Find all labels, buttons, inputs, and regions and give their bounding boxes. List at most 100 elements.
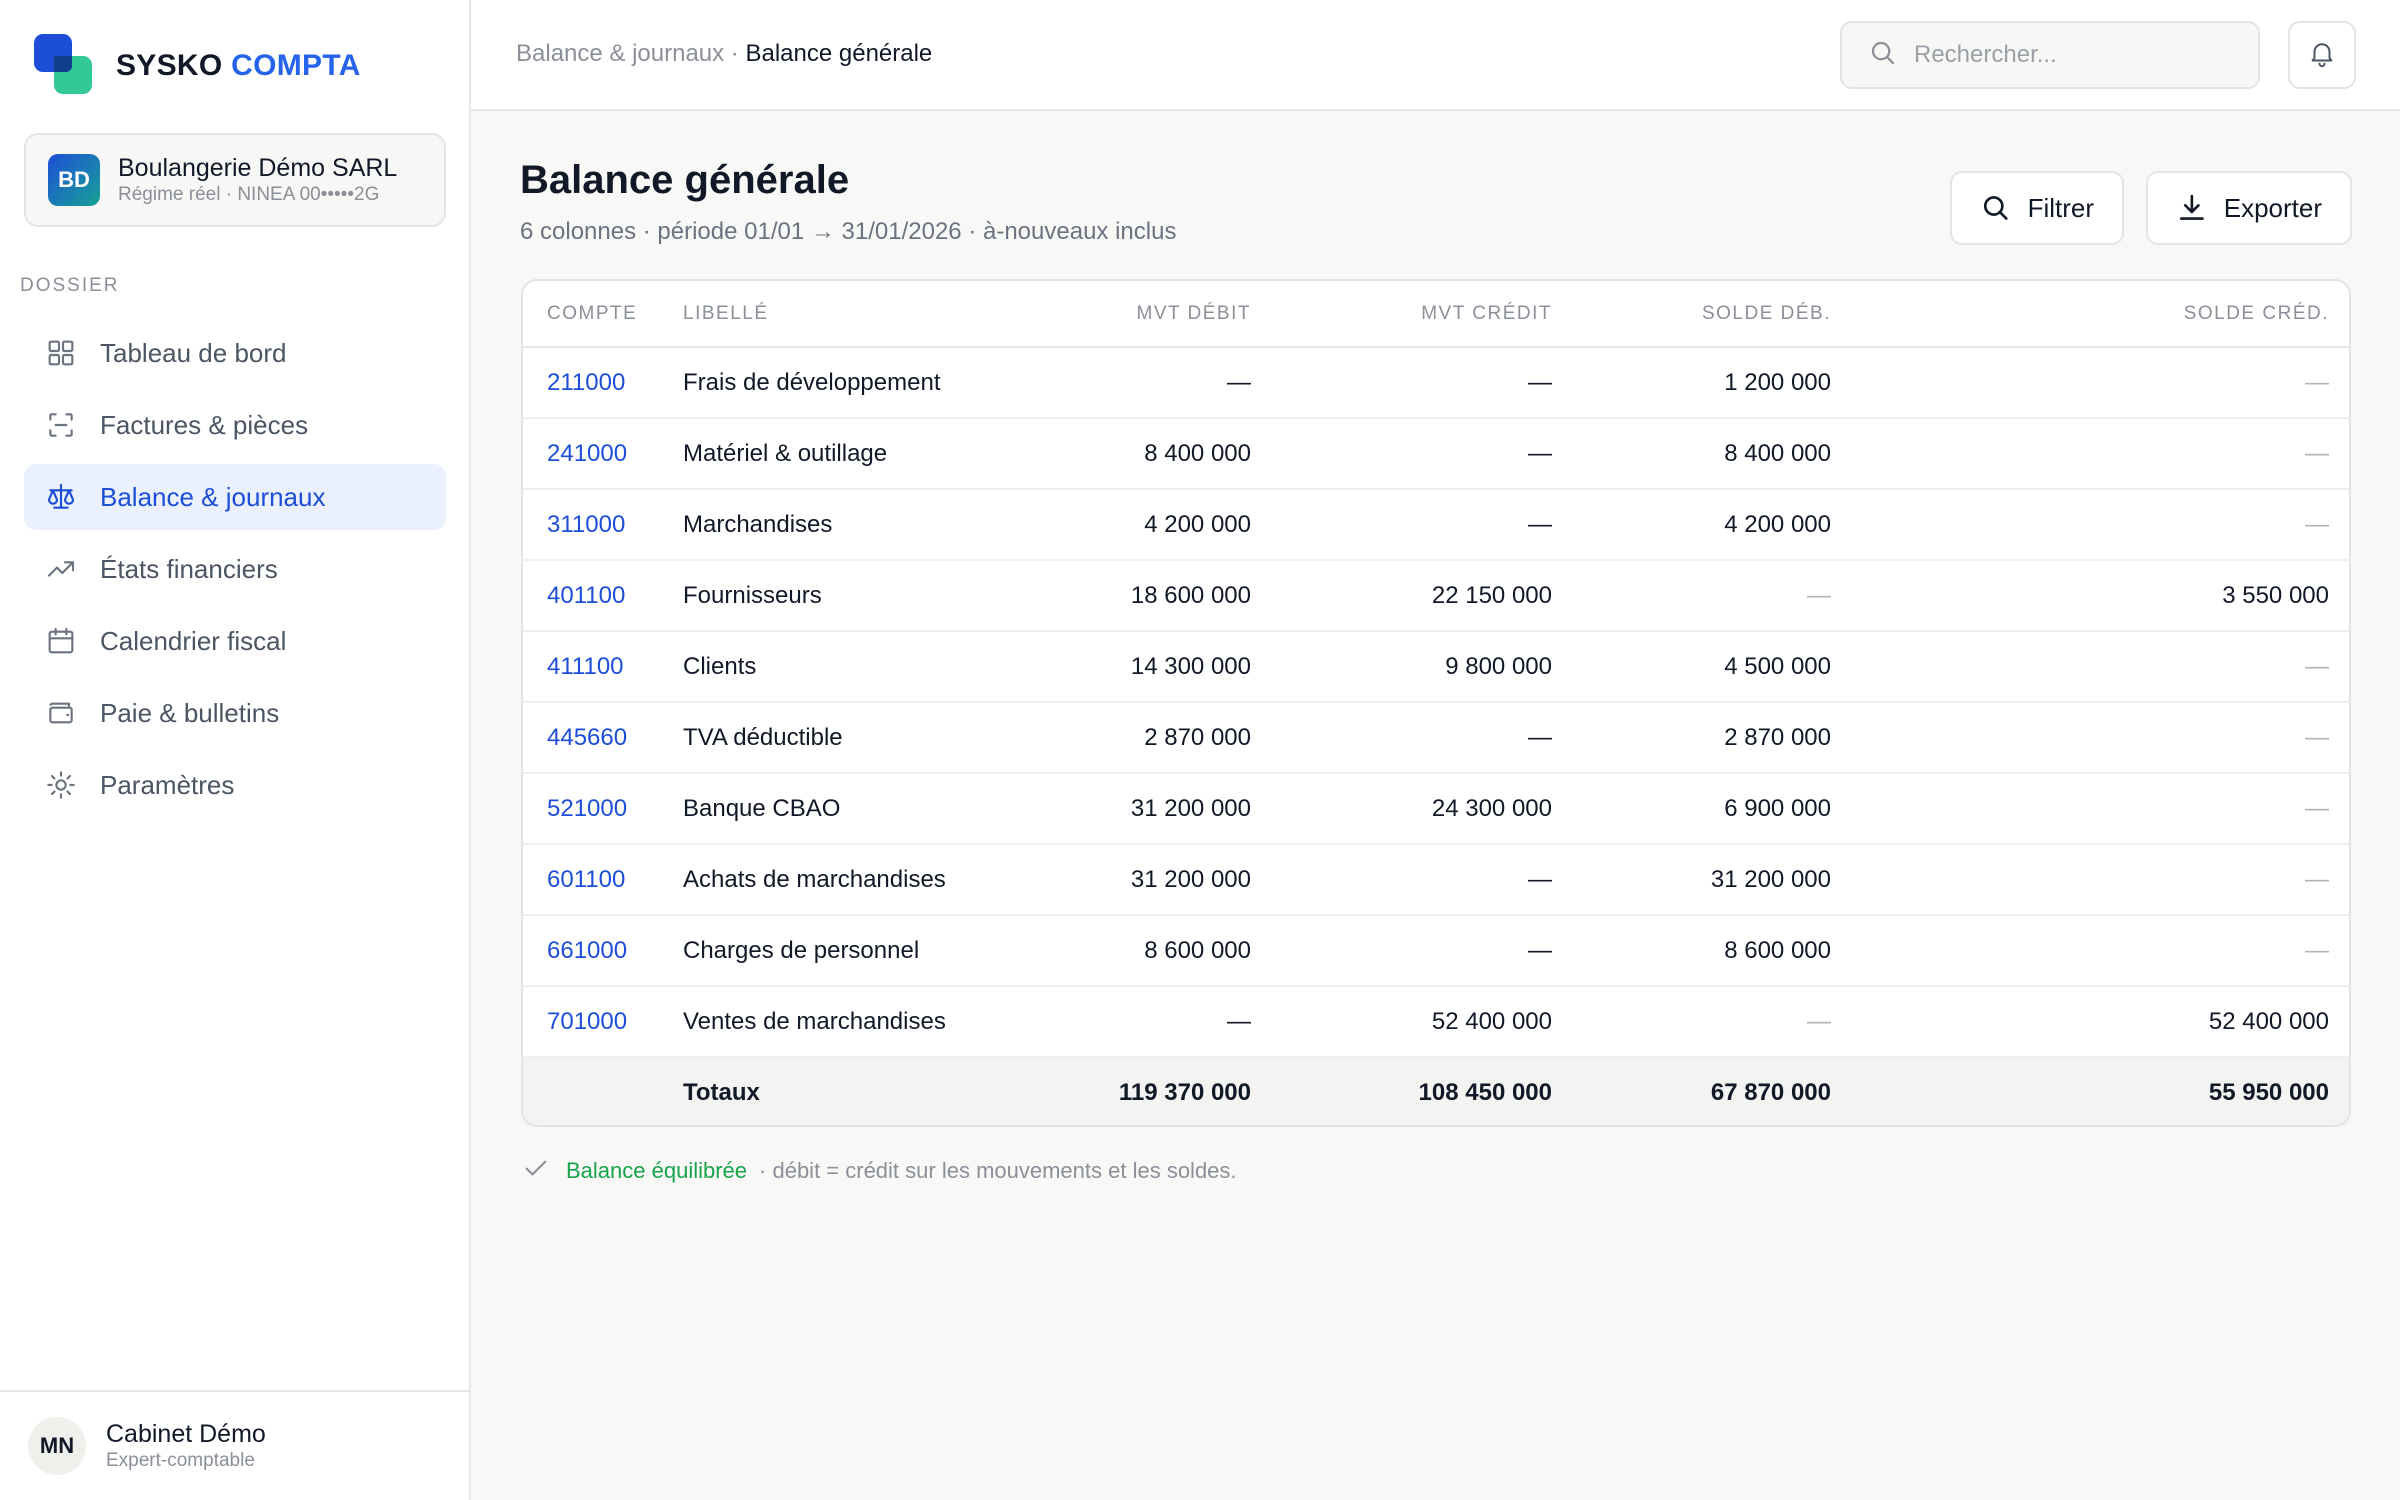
sidebar-item-label: Paie & bulletins: [100, 697, 280, 728]
table-cell: Clients: [683, 631, 1013, 703]
account-code-link[interactable]: 701000: [523, 986, 683, 1058]
total-cell: 108 450 000: [1275, 1057, 1576, 1125]
account-code-link[interactable]: 211000: [523, 347, 683, 419]
totals-row: Totaux 119 370 000 108 450 000 67 870 000 55…: [523, 1057, 2349, 1125]
account-code-link[interactable]: 601100: [523, 844, 683, 916]
organization-switcher[interactable]: BD Boulangerie Démo SARL Régime réel · N…: [24, 133, 446, 227]
trial-balance-table: COMPTE LIBELLÉ MVT DÉBIT MVT CRÉDIT SOLD…: [521, 279, 2351, 1127]
user-profile[interactable]: MN Cabinet Démo Expert-comptable: [0, 1390, 469, 1500]
search-input[interactable]: [1914, 41, 2234, 69]
table-row[interactable]: 401100 Fournisseurs 18 600 000 22 150 000—3…: [523, 560, 2349, 632]
table-cell: 52 400 000: [1855, 986, 2349, 1058]
breadcrumb-current: Balance générale: [745, 40, 933, 67]
total-cell: 67 870 000: [1576, 1057, 1855, 1125]
account-code-link[interactable]: 521000: [523, 773, 683, 845]
organization-subtitle: Régime réel · NINEA 00•••••2G: [118, 184, 380, 205]
table-row[interactable]: 311000 Marchandises 4 200 000—4 200 000—: [523, 489, 2349, 561]
sidebar-item-tax-calendar[interactable]: Calendrier fiscal: [24, 608, 446, 674]
total-cell: [523, 1057, 683, 1125]
sidebar-section-label: DOSSIER: [20, 275, 120, 296]
total-cell: 119 370 000: [1013, 1057, 1275, 1125]
search-icon: [1868, 38, 1898, 73]
organization-name: Boulangerie Démo SARL: [118, 154, 398, 182]
table-cell: 4 500 000: [1576, 631, 1855, 703]
user-name: Cabinet Démo: [106, 1420, 266, 1448]
scan-icon: [44, 408, 78, 442]
sidebar-item-dashboard[interactable]: Tableau de bord: [24, 320, 446, 386]
account-code-link[interactable]: 401100: [523, 560, 683, 632]
table-cell: Matériel & outillage: [683, 418, 1013, 490]
table-cell: 22 150 000: [1275, 560, 1576, 632]
table-row[interactable]: 661000 Charges de personnel 8 600 000—8 60…: [523, 915, 2349, 987]
table-cell: —: [1275, 418, 1576, 490]
check-icon: [522, 1154, 550, 1188]
sidebar-item-label: Balance & journaux: [100, 481, 326, 512]
brand-name: SYSKO COMPTA: [116, 49, 361, 83]
table-cell: 8 600 000: [1013, 915, 1275, 987]
sidebar-item-label: Paramètres: [100, 769, 235, 800]
brand-name-part2: COMPTA: [231, 49, 361, 82]
table-cell: 18 600 000: [1013, 560, 1275, 632]
sidebar-item-settings[interactable]: Paramètres: [24, 752, 446, 818]
table-cell: Fournisseurs: [683, 560, 1013, 632]
table-cell: 8 400 000: [1576, 418, 1855, 490]
table-cell: —: [1855, 347, 2349, 419]
table-cell: 4 200 000: [1576, 489, 1855, 561]
sidebar-item-label: Factures & pièces: [100, 409, 309, 440]
table-row[interactable]: 411100 Clients 14 300 000 9 800 000 4 500 00…: [523, 631, 2349, 703]
table-cell: 9 800 000: [1275, 631, 1576, 703]
column-header-credit-balance[interactable]: SOLDE CRÉD.: [1855, 281, 2349, 348]
table-cell: —: [1855, 702, 2349, 774]
filter-button[interactable]: Filtrer: [1950, 171, 2124, 245]
table-header-row: COMPTE LIBELLÉ MVT DÉBIT MVT CRÉDIT SOLD…: [523, 281, 2349, 348]
balance-status: Balance équilibrée · débit = crédit sur …: [522, 1154, 1237, 1188]
account-code-link[interactable]: 661000: [523, 915, 683, 987]
table-row[interactable]: 211000 Frais de développement — —1 200 000—: [523, 347, 2349, 419]
sun-gear-icon: [44, 768, 78, 802]
sidebar-item-financial-statements[interactable]: États financiers: [24, 536, 446, 602]
column-header-account[interactable]: COMPTE: [523, 281, 683, 348]
table-cell: —: [1855, 773, 2349, 845]
organization-avatar: BD: [48, 154, 100, 206]
account-code-link[interactable]: 311000: [523, 489, 683, 561]
table-cell: —: [1576, 560, 1855, 632]
sidebar-nav: Tableau de bord Factures & pièces Balanc…: [24, 320, 446, 824]
sidebar-item-balance[interactable]: Balance & journaux: [24, 464, 446, 530]
account-code-link[interactable]: 411100: [523, 631, 683, 703]
user-role: Expert-comptable: [106, 1450, 255, 1471]
notifications-button[interactable]: [2288, 21, 2356, 89]
export-button-label: Exporter: [2223, 192, 2322, 223]
filter-button-label: Filtrer: [2027, 192, 2094, 223]
column-header-label[interactable]: LIBELLÉ: [683, 281, 1013, 348]
account-code-link[interactable]: 445660: [523, 702, 683, 774]
brand-logo[interactable]: SYSKO COMPTA: [34, 34, 361, 98]
table-cell: 24 300 000: [1275, 773, 1576, 845]
sidebar: SYSKO COMPTA BD Boulangerie Démo SARL Ré…: [0, 0, 471, 1500]
breadcrumb: Balance & journaux · Balance générale: [516, 40, 932, 68]
sidebar-item-invoices[interactable]: Factures & pièces: [24, 392, 446, 458]
wallet-icon: [44, 696, 78, 730]
sidebar-item-label: Calendrier fiscal: [100, 625, 287, 656]
export-button[interactable]: Exporter: [2146, 171, 2352, 245]
balance-status-label: Balance équilibrée: [566, 1158, 748, 1183]
search-box[interactable]: [1840, 21, 2260, 89]
table-row[interactable]: 241000 Matériel & outillage 8 400 000—8 40…: [523, 418, 2349, 490]
column-header-credit-movement[interactable]: MVT CRÉDIT: [1275, 281, 1576, 348]
column-header-debit-balance[interactable]: SOLDE DÉB.: [1576, 281, 1855, 348]
calendar-icon: [44, 624, 78, 658]
table-row[interactable]: 601100 Achats de marchandises 31 200 000—3…: [523, 844, 2349, 916]
sidebar-item-label: Tableau de bord: [100, 337, 287, 368]
table-row[interactable]: 521000 Banque CBAO 31 200 000 24 300 000 6 9…: [523, 773, 2349, 845]
table-row[interactable]: 701000 Ventes de marchandises —52 400 000—…: [523, 986, 2349, 1058]
column-header-debit-movement[interactable]: MVT DÉBIT: [1013, 281, 1275, 348]
table-cell: —: [1013, 347, 1275, 419]
table-row[interactable]: 445660 TVA déductible 2 870 000—2 870 000—: [523, 702, 2349, 774]
breadcrumb-parent[interactable]: Balance & journaux: [516, 40, 724, 67]
sidebar-item-payroll[interactable]: Paie & bulletins: [24, 680, 446, 746]
page-subtitle: 6 colonnes · période 01/01 → 31/01/2026 …: [520, 218, 1177, 245]
top-bar: Balance & journaux · Balance générale: [471, 0, 2400, 111]
table-cell: —: [1275, 702, 1576, 774]
account-code-link[interactable]: 241000: [523, 418, 683, 490]
table-cell: Charges de personnel: [683, 915, 1013, 987]
brand-mark-icon: [34, 34, 98, 98]
